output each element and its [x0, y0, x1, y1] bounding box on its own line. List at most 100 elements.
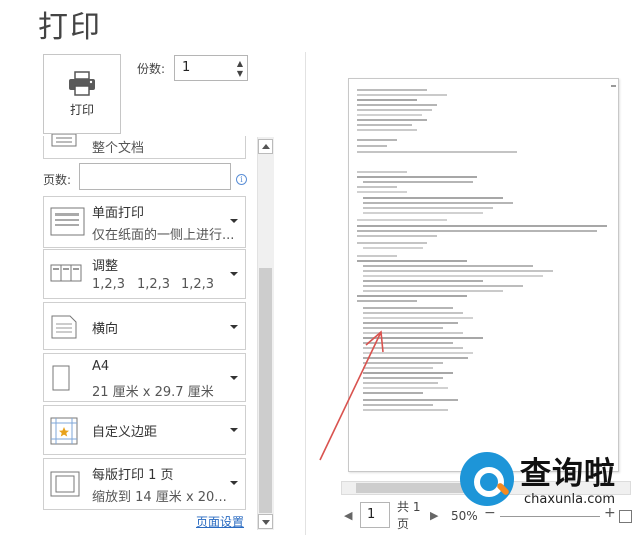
paper-size-dimensions: 21 厘米 x 29.7 厘米: [92, 385, 214, 400]
copies-label: 份数:: [137, 62, 166, 76]
preview-text-line: [357, 186, 397, 188]
preview-text-line: [357, 191, 407, 193]
preview-text-line: [357, 104, 437, 106]
print-button[interactable]: 打印: [43, 54, 121, 134]
printer-icon: [69, 70, 95, 96]
scroll-down-button[interactable]: [258, 514, 273, 529]
paper-icon: [52, 365, 70, 391]
preview-text-line: [357, 260, 467, 262]
preview-text-line: [363, 352, 473, 354]
preview-text-line: [357, 295, 467, 297]
scroll-up-button[interactable]: [258, 139, 273, 154]
preview-text-line: [363, 404, 433, 406]
preview-text-line: [363, 337, 483, 339]
preview-text-line: [357, 235, 437, 237]
preview-text-line: [363, 322, 458, 324]
preview-text-line: [363, 265, 533, 267]
triangle-up-icon: [262, 144, 270, 149]
preview-text-line: [363, 280, 483, 282]
print-range-dropdown[interactable]: 整个文档: [43, 134, 246, 159]
preview-text-line: [363, 367, 433, 369]
previous-page-icon[interactable]: ◀: [344, 509, 352, 522]
preview-text-line: [363, 317, 473, 319]
preview-text-line: [363, 382, 438, 384]
chevron-down-icon: [230, 219, 238, 223]
chevron-down-icon: [230, 272, 238, 276]
preview-text-line: [363, 372, 453, 374]
preview-text-line: [357, 124, 412, 126]
copies-input[interactable]: 1 ▲ ▼: [174, 55, 248, 81]
preview-text-line: [363, 307, 453, 309]
info-icon[interactable]: i: [236, 174, 247, 185]
preview-text-line: [357, 99, 417, 101]
collate-group-3: 1,2,3: [181, 277, 215, 292]
preview-text-line: [357, 145, 387, 147]
preview-text-line: [357, 230, 597, 232]
preview-text-line: [357, 129, 417, 131]
preview-text-line: [363, 342, 453, 344]
preview-text-line: [357, 119, 427, 121]
pages-input[interactable]: [79, 163, 231, 190]
print-button-label: 打印: [69, 102, 94, 117]
document-preview-page: [348, 78, 619, 472]
copies-value: 1: [182, 60, 191, 75]
preview-text-line: [363, 357, 468, 359]
preview-text-line: [363, 362, 443, 364]
preview-text-line: [363, 181, 473, 183]
current-page-value: 1: [367, 507, 376, 522]
page-title: 打印: [38, 10, 102, 45]
triangle-down-icon: [262, 520, 270, 525]
collate-dropdown[interactable]: 调整 1,2,3 1,2,3 1,2,3: [43, 249, 246, 299]
preview-text-line: [363, 387, 448, 389]
preview-text-line: [363, 327, 443, 329]
preview-text-line: [363, 207, 493, 209]
chevron-down-icon: [230, 325, 238, 329]
preview-text-line: [357, 89, 427, 91]
preview-text-line: [357, 300, 417, 302]
pages-per-sheet-icon: [50, 471, 80, 497]
pages-per-sheet-dropdown[interactable]: 每版打印 1 页 缩放到 14 厘米 x 20...: [43, 458, 246, 510]
pages-label: 页数:: [43, 173, 72, 187]
preview-text-line: [357, 114, 422, 116]
pages-per-sheet-title: 每版打印 1 页: [92, 468, 174, 483]
preview-text-line: [363, 275, 543, 277]
preview-text-line: [357, 171, 407, 173]
next-page-icon[interactable]: ▶: [430, 509, 438, 522]
preview-text-line: [363, 290, 503, 292]
preview-text-line: [363, 332, 463, 334]
preview-header-mark: [611, 85, 616, 87]
preview-text-line: [357, 225, 607, 227]
sides-subtitle: 仅在纸面的一侧上进行...: [92, 228, 235, 243]
document-range-icon: [51, 134, 77, 147]
panel-divider: [305, 52, 306, 535]
watermark-logo: 查询啦 chaxunla.com: [458, 448, 640, 520]
collate-group-2: 1,2,3: [137, 277, 171, 292]
watermark-text: 查询啦: [520, 456, 616, 492]
preview-text-line: [357, 219, 447, 221]
preview-text-line: [363, 202, 513, 204]
preview-text-line: [357, 176, 477, 178]
scrollbar-thumb[interactable]: [259, 268, 272, 513]
total-pages-label: 共 1 页: [397, 500, 421, 531]
collate-icon: [50, 264, 82, 282]
paper-size-title: A4: [92, 359, 110, 374]
current-page-input[interactable]: 1: [360, 502, 390, 528]
chevron-down-icon: [230, 428, 238, 432]
preview-text-line: [363, 377, 443, 379]
landscape-icon: [51, 315, 77, 339]
page-setup-link[interactable]: 页面设置: [196, 513, 244, 530]
pages-per-sheet-scale: 缩放到 14 厘米 x 20...: [92, 490, 227, 505]
spin-up-icon[interactable]: ▲: [237, 60, 243, 68]
orientation-dropdown[interactable]: 横向: [43, 302, 246, 350]
preview-text-line: [363, 197, 503, 199]
margins-dropdown[interactable]: 自定义边距: [43, 405, 246, 455]
chevron-down-icon: [230, 376, 238, 380]
spin-down-icon[interactable]: ▼: [237, 70, 243, 78]
paper-size-dropdown[interactable]: A4 21 厘米 x 29.7 厘米: [43, 353, 246, 402]
collate-group-1: 1,2,3: [92, 277, 126, 292]
sides-dropdown[interactable]: 单面打印 仅在纸面的一侧上进行...: [43, 196, 246, 248]
orientation-label: 横向: [92, 322, 119, 337]
preview-text-line: [363, 399, 458, 401]
magnifier-logo-icon: [460, 452, 514, 506]
preview-text-line: [363, 312, 463, 314]
